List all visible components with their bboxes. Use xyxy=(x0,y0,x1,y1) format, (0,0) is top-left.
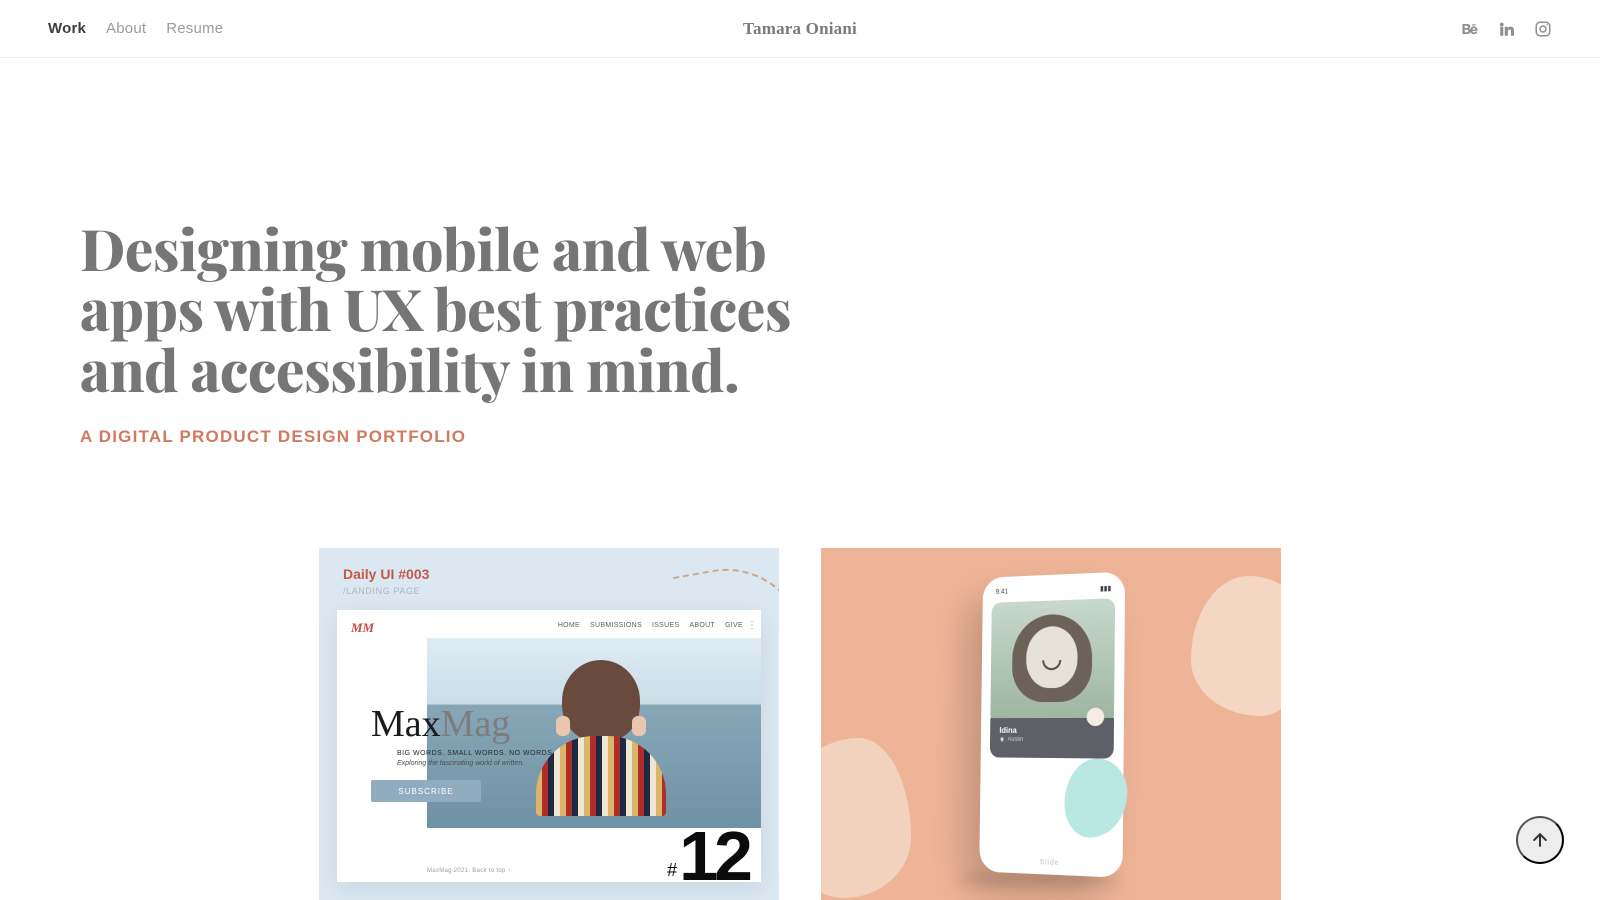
behance-icon[interactable] xyxy=(1460,19,1480,39)
mock-nav-item: HOME xyxy=(558,622,580,629)
mock-nav: HOME SUBMISSIONS ISSUES ABOUT GIVE xyxy=(558,622,743,629)
hero-subtitle: A DIGITAL PRODUCT DESIGN PORTFOLIO xyxy=(80,427,900,447)
fab-icon xyxy=(1087,708,1105,726)
decorative-blob xyxy=(821,738,911,898)
kebab-icon: ⋮ xyxy=(747,620,757,631)
status-time: 9:41 xyxy=(996,588,1009,596)
card-badge: Daily UI #003 xyxy=(343,566,429,582)
decorative-blob xyxy=(1064,758,1127,839)
primary-nav: Work About Resume xyxy=(48,20,223,37)
hero-headline: Designing mobile and web apps with UX be… xyxy=(80,218,900,399)
linkedin-icon[interactable] xyxy=(1498,20,1516,38)
mock-nav-item: SUBMISSIONS xyxy=(590,622,642,629)
back-to-top-button[interactable] xyxy=(1516,816,1564,864)
decorative-blob xyxy=(1191,576,1281,716)
phone-mockup: 9:41 ▮▮▮ Idina Austin Slide xyxy=(979,572,1125,878)
phone-brand-label: Slide xyxy=(1040,859,1060,867)
site-header: Work About Resume Tamara Oniani xyxy=(0,0,1600,58)
social-links xyxy=(1460,19,1552,39)
mock-nav-item: ABOUT xyxy=(689,622,715,629)
project-card-maxmag[interactable]: Daily UI #003 /LANDING PAGE MM HOME SUBM… xyxy=(319,548,779,900)
mock-footer: MaxMag 2021. Back to top ↑ xyxy=(427,868,511,874)
mock-subscribe-button: SUBSCRIBE xyxy=(371,780,481,802)
mock-logo: MM xyxy=(351,620,374,636)
status-indicators-icon: ▮▮▮ xyxy=(1100,584,1111,592)
profile-name: Idina xyxy=(999,726,1104,735)
mock-nav-item: GIVE xyxy=(725,622,743,629)
project-card-phone[interactable]: 9:41 ▮▮▮ Idina Austin Slide xyxy=(821,548,1281,900)
mock-title: MaxMag xyxy=(371,702,510,746)
card-badge-sub: /LANDING PAGE xyxy=(343,586,420,596)
hero: Designing mobile and web apps with UX be… xyxy=(0,58,900,447)
project-grid: Daily UI #003 /LANDING PAGE MM HOME SUBM… xyxy=(0,548,1600,900)
instagram-icon[interactable] xyxy=(1534,20,1552,38)
site-brand[interactable]: Tamara Oniani xyxy=(743,19,857,39)
profile-bar: Idina Austin xyxy=(990,718,1114,759)
nav-link-work[interactable]: Work xyxy=(48,20,86,37)
nav-link-about[interactable]: About xyxy=(106,20,146,37)
mock-tagline: BIG WORDS. SMALL WORDS. NO WORDS. xyxy=(397,750,555,757)
nav-link-resume[interactable]: Resume xyxy=(166,20,223,37)
card-number: 12 xyxy=(667,816,749,896)
profile-photo xyxy=(990,598,1115,724)
mock-tagline-2: Exploring the fascinating world of writt… xyxy=(397,760,524,767)
mock-nav-item: ISSUES xyxy=(652,622,679,629)
person-illustration xyxy=(536,660,666,828)
arrow-up-icon xyxy=(1530,830,1550,850)
profile-location: Austin xyxy=(999,737,1104,743)
